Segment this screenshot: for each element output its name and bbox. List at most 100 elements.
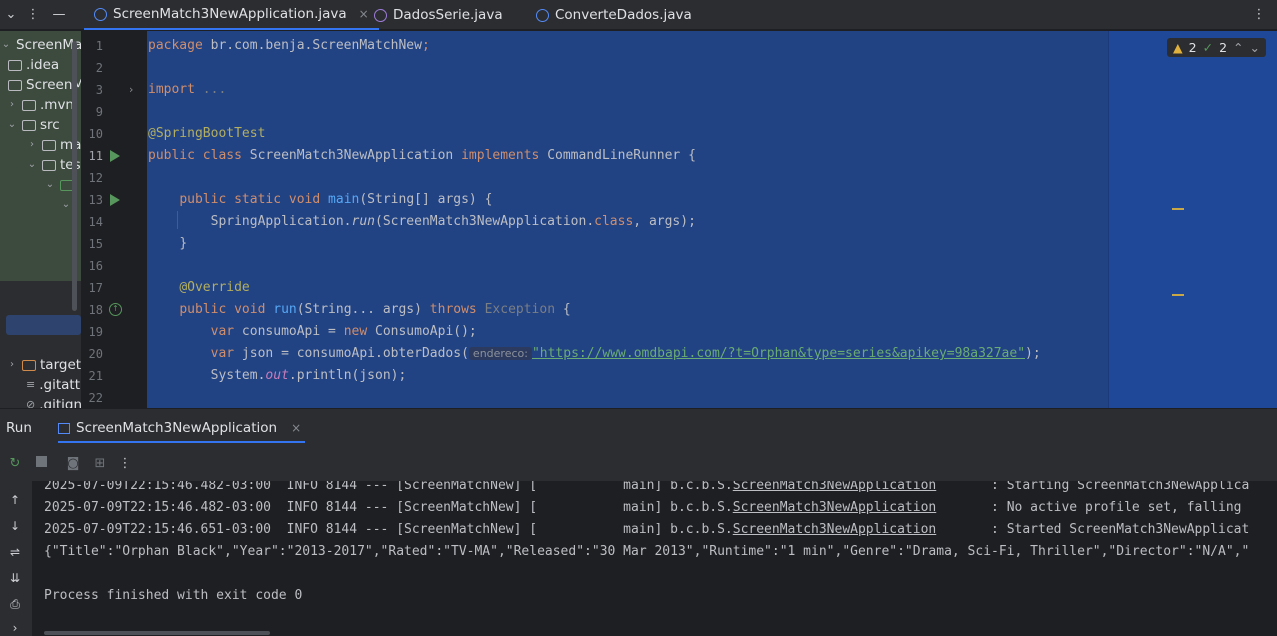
tree-item-root[interactable]: ⌄ ScreenMat bbox=[0, 35, 81, 55]
run-side-toolbar: ↑ ↓ ⇌ ⇊ ⎙ › bbox=[0, 481, 32, 636]
folder-icon bbox=[22, 119, 36, 131]
editor-right-margin bbox=[1108, 31, 1277, 408]
code-editor[interactable]: 1 2 3 › 9 10 11 12 13 14 15 16 17 18 ↑ 1… bbox=[81, 31, 1277, 408]
more-options-icon[interactable]: ⋮ bbox=[117, 456, 133, 472]
run-config-tab[interactable]: ScreenMatch3NewApplication × bbox=[58, 415, 306, 443]
more-options-icon[interactable]: ⋮ bbox=[22, 4, 44, 26]
chevron-up-icon[interactable]: ⌃ bbox=[1233, 40, 1243, 55]
code-line-19: var consumoApi = new ConsumoApi(); bbox=[210, 324, 477, 339]
code-line-1: package br.com.benja.ScreenMatchNew; bbox=[148, 38, 430, 53]
folder-icon bbox=[22, 99, 36, 111]
warning-icon: ▲ bbox=[1173, 40, 1183, 55]
line-number: 16 bbox=[88, 259, 103, 273]
run-gutter-icon[interactable] bbox=[110, 194, 120, 206]
chevron-right-icon: › bbox=[30, 139, 34, 150]
chevron-down-icon[interactable]: ⌄ bbox=[0, 4, 22, 26]
line-number: 21 bbox=[88, 369, 103, 383]
line-number: 18 bbox=[88, 303, 103, 317]
camera-icon[interactable]: ◙ bbox=[65, 456, 81, 472]
override-gutter-icon[interactable]: ↑ bbox=[109, 303, 122, 316]
java-record-icon bbox=[374, 8, 387, 22]
scroll-to-end-icon[interactable]: ⇊ bbox=[7, 571, 23, 585]
java-class-icon bbox=[94, 7, 107, 21]
run-panel-title: Run bbox=[6, 420, 32, 436]
chevron-down-icon: ⌄ bbox=[1, 39, 11, 50]
class-link[interactable]: ScreenMatch3NewApplication bbox=[733, 500, 937, 515]
chevron-right-icon[interactable]: › bbox=[7, 621, 23, 635]
line-number: 3 bbox=[95, 83, 103, 97]
line-number: 14 bbox=[88, 215, 103, 229]
tab-label: DadosSerie.java bbox=[393, 7, 503, 23]
line-number: 19 bbox=[88, 325, 103, 339]
horizontal-scrollbar[interactable] bbox=[44, 631, 270, 635]
tree-item-mvn[interactable]: › .mvn bbox=[6, 95, 74, 115]
print-icon[interactable]: ⎙ bbox=[7, 597, 23, 612]
chevron-down-icon: ⌄ bbox=[27, 159, 37, 170]
code-line-3: import ... bbox=[148, 82, 227, 97]
code-line-18: public void run(String... args) throws E… bbox=[179, 302, 571, 317]
chevron-right-icon: › bbox=[10, 99, 14, 110]
line-number: 10 bbox=[88, 127, 103, 141]
tree-item-gitattributes[interactable]: ≡ .gitatt bbox=[26, 375, 80, 395]
console-line: 2025-07-09T22:15:46.651-03:00 INFO 8144 … bbox=[44, 522, 1250, 537]
line-number: 1 bbox=[95, 39, 103, 53]
tree-item-package[interactable]: ⌄ bbox=[60, 195, 72, 215]
tab-dadosserie[interactable]: DadosSerie.java bbox=[364, 0, 513, 30]
minimize-icon[interactable]: — bbox=[48, 4, 70, 26]
tree-item-module[interactable]: ScreenM bbox=[8, 75, 81, 95]
code-line-14: SpringApplication.run(ScreenMatch3NewApp… bbox=[210, 214, 696, 229]
line-number: 22 bbox=[88, 391, 103, 405]
class-link[interactable]: ScreenMatch3NewApplication bbox=[733, 481, 937, 493]
inspection-widget[interactable]: ▲ 2 ✓ 2 ⌃ ⌄ bbox=[1167, 38, 1266, 57]
line-number: 12 bbox=[88, 171, 103, 185]
module-icon bbox=[8, 79, 22, 91]
warning-count: 2 bbox=[1188, 40, 1197, 55]
rerun-icon[interactable]: ↻ bbox=[7, 456, 23, 472]
code-line-21: System.out.println(json); bbox=[210, 368, 407, 383]
project-scrollbar[interactable] bbox=[72, 41, 77, 311]
chevron-right-icon: › bbox=[10, 359, 14, 370]
tab-options-icon[interactable]: ⋮ bbox=[1248, 4, 1270, 26]
code-line-10: @SpringBootTest bbox=[148, 126, 266, 141]
ignore-file-icon: ⊘ bbox=[26, 398, 36, 408]
export-icon[interactable]: ⊞ bbox=[92, 456, 108, 472]
tree-item-target[interactable]: › target bbox=[6, 355, 81, 375]
line-number: 17 bbox=[88, 281, 103, 295]
close-tab-icon[interactable]: × bbox=[291, 421, 301, 435]
tree-item-src[interactable]: ⌄ src bbox=[6, 115, 60, 135]
soft-wrap-icon[interactable]: ⇌ bbox=[7, 545, 23, 559]
code-line-15: } bbox=[179, 236, 188, 251]
selected-tree-item[interactable] bbox=[6, 315, 81, 335]
line-number: 11 bbox=[88, 149, 103, 163]
folder-icon bbox=[42, 159, 56, 171]
tab-label: ConverteDados.java bbox=[555, 7, 692, 23]
text-file-icon: ≡ bbox=[26, 378, 36, 391]
console-line: {"Title":"Orphan Black","Year":"2013-201… bbox=[44, 544, 1250, 559]
tab-screenmatch3newapplication[interactable]: ScreenMatch3NewApplication.java × bbox=[84, 0, 379, 30]
tab-label: ScreenMatch3NewApplication.java bbox=[113, 6, 347, 22]
tree-item-gitignore[interactable]: ⊘ .gitign bbox=[26, 395, 81, 408]
chevron-down-icon[interactable]: ⌄ bbox=[1250, 40, 1260, 55]
tab-convertedados[interactable]: ConverteDados.java bbox=[526, 0, 702, 30]
ok-count: 2 bbox=[1219, 40, 1228, 55]
warning-marker[interactable] bbox=[1172, 294, 1184, 296]
app-window-icon bbox=[58, 422, 70, 434]
stop-icon[interactable] bbox=[33, 456, 49, 472]
run-panel-header: Run ScreenMatch3NewApplication × bbox=[0, 408, 1277, 447]
code-line-13: public static void main(String[] args) { bbox=[179, 192, 493, 207]
run-gutter-icon[interactable] bbox=[110, 150, 120, 162]
console-output[interactable]: 2025-07-09T22:15:46.482-03:00 INFO 8144 … bbox=[32, 481, 1277, 636]
fold-expand-icon[interactable]: › bbox=[129, 83, 133, 96]
arrow-down-icon[interactable]: ↓ bbox=[7, 519, 23, 533]
warning-marker[interactable] bbox=[1172, 208, 1184, 210]
line-number: 9 bbox=[95, 105, 103, 119]
code-line-20: var json = consumoApi.obterDados(enderec… bbox=[210, 346, 1041, 361]
tree-item-idea[interactable]: .idea bbox=[8, 55, 59, 75]
api-url-link: "https://www.omdbapi.com/?t=Orphan&type=… bbox=[531, 346, 1026, 361]
run-tab-label: ScreenMatch3NewApplication bbox=[76, 420, 278, 436]
arrow-up-icon[interactable]: ↑ bbox=[7, 493, 23, 507]
editor-tab-bar: ⌄ ⋮ — ScreenMatch3NewApplication.java × … bbox=[0, 0, 1277, 30]
folder-icon bbox=[22, 359, 36, 371]
tree-item-java[interactable]: ⌄ bbox=[44, 175, 74, 195]
class-link[interactable]: ScreenMatch3NewApplication bbox=[733, 522, 937, 537]
